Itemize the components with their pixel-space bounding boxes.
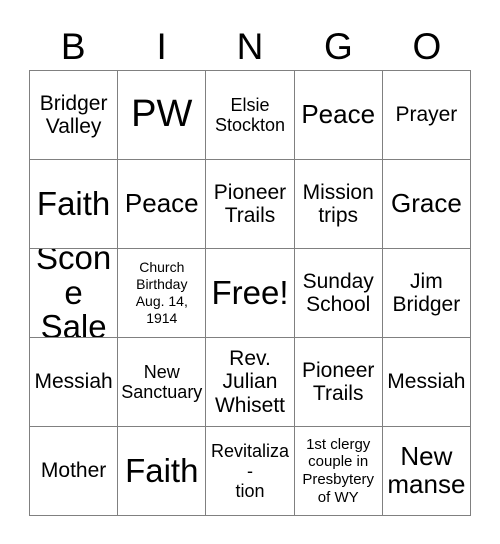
bingo-cell[interactable]: Scone Sale bbox=[30, 249, 119, 338]
bingo-cell-label: Mission trips bbox=[302, 180, 374, 227]
bingo-cell[interactable]: Pioneer Trails bbox=[294, 338, 383, 427]
bingo-cell-label: Prayer bbox=[395, 103, 458, 127]
bingo-cell[interactable]: Faith bbox=[30, 160, 119, 249]
bingo-cell[interactable]: Mission trips bbox=[294, 160, 383, 249]
bingo-cell[interactable]: Messiah bbox=[30, 338, 119, 427]
bingo-cell-label: Pioneer Trails bbox=[213, 180, 287, 227]
bingo-cell[interactable]: Pioneer Trails bbox=[206, 160, 295, 249]
bingo-cell[interactable]: New Sanctuary bbox=[118, 338, 207, 427]
bingo-grid: Bridger Valley PW Elsie Stockton Peace P… bbox=[29, 70, 471, 516]
bingo-card: B I N G O Bridger Valley PW Elsie Stockt… bbox=[0, 0, 500, 544]
bingo-cell-label: Church Birthday Aug. 14, 1914 bbox=[135, 259, 188, 326]
bingo-cell-label: Grace bbox=[390, 188, 462, 219]
bingo-cell-label: Pioneer Trails bbox=[302, 358, 375, 405]
bingo-cell-label: New Sanctuary bbox=[121, 361, 203, 402]
bingo-cell[interactable]: Faith bbox=[118, 427, 207, 516]
bingo-cell[interactable]: Peace bbox=[294, 71, 383, 160]
bingo-header-letter-n: N bbox=[236, 25, 264, 67]
bingo-cell-label: Faith bbox=[125, 451, 199, 489]
bingo-cell[interactable]: 1st clergy couple in Presbytery of WY bbox=[294, 427, 383, 516]
bingo-cell[interactable]: Grace bbox=[382, 160, 471, 249]
bingo-header-row: B I N G O bbox=[29, 22, 471, 70]
bingo-cell-label: New manse bbox=[387, 441, 466, 499]
bingo-cell-label: Sunday School bbox=[302, 269, 374, 316]
bingo-cell[interactable]: PW bbox=[118, 71, 207, 160]
bingo-cell[interactable]: Elsie Stockton bbox=[206, 71, 295, 160]
bingo-cell[interactable]: New manse bbox=[382, 427, 471, 516]
bingo-cell-label: Mother bbox=[40, 459, 107, 483]
bingo-cell[interactable]: Prayer bbox=[382, 71, 471, 160]
bingo-header-letter-o: O bbox=[412, 25, 442, 67]
bingo-cell-label: Messiah bbox=[34, 370, 113, 394]
bingo-cell-label: Peace bbox=[124, 188, 199, 219]
bingo-cell[interactable]: Mother bbox=[30, 427, 119, 516]
bingo-header-letter-g: G bbox=[324, 25, 353, 67]
bingo-cell-label: Scone Sale bbox=[35, 249, 112, 338]
bingo-cell[interactable]: Rev. Julian Whisett bbox=[206, 338, 295, 427]
bingo-free-space-label: Free! bbox=[211, 273, 289, 311]
bingo-header-letter-i: I bbox=[156, 25, 167, 67]
bingo-cell[interactable]: Peace bbox=[118, 160, 207, 249]
bingo-free-space[interactable]: Free! bbox=[206, 249, 295, 338]
bingo-cell[interactable]: Jim Bridger bbox=[382, 249, 471, 338]
bingo-cell-label: Jim Bridger bbox=[392, 269, 461, 316]
bingo-cell-label: Faith bbox=[36, 184, 111, 222]
bingo-cell[interactable]: Church Birthday Aug. 14, 1914 bbox=[118, 249, 207, 338]
bingo-cell-label: 1st clergy couple in Presbytery of WY bbox=[302, 435, 375, 506]
bingo-cell-label: Bridger Valley bbox=[39, 91, 108, 138]
bingo-cell[interactable]: Bridger Valley bbox=[30, 71, 119, 160]
bingo-cell-label: Revitaliza- tion bbox=[210, 440, 289, 502]
bingo-cell-label: PW bbox=[131, 93, 193, 136]
bingo-cell-label: Messiah bbox=[387, 370, 466, 394]
bingo-header-letter-b: B bbox=[60, 25, 86, 67]
bingo-cell[interactable]: Messiah bbox=[382, 338, 471, 427]
bingo-cell-label: Elsie Stockton bbox=[214, 94, 286, 135]
bingo-cell-label: Rev. Julian Whisett bbox=[214, 347, 285, 417]
bingo-cell[interactable]: Sunday School bbox=[294, 249, 383, 338]
bingo-cell[interactable]: Revitaliza- tion bbox=[206, 427, 295, 516]
bingo-cell-label: Peace bbox=[301, 99, 376, 130]
